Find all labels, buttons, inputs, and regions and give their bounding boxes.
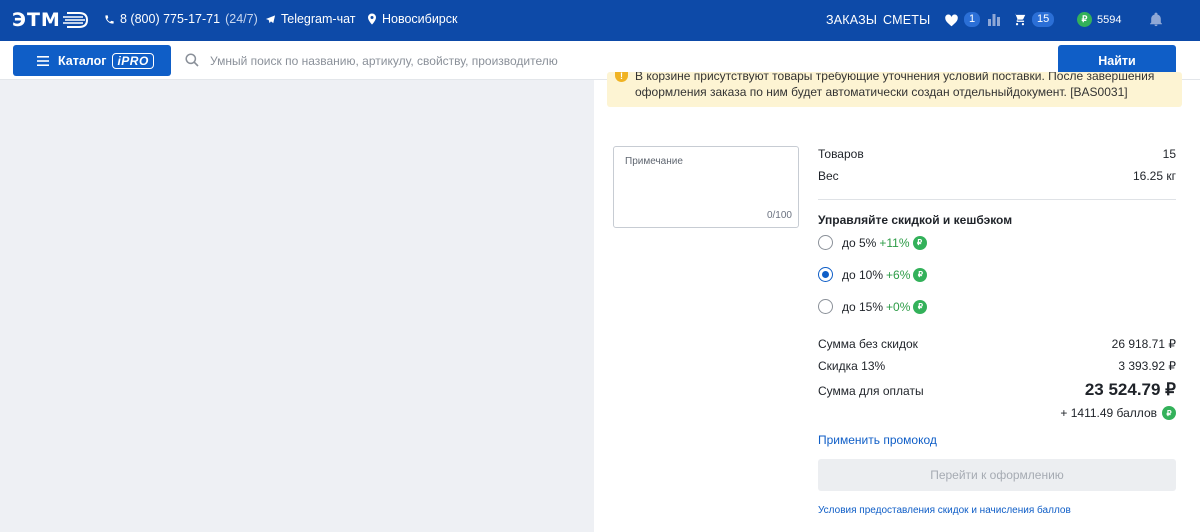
discount-radio[interactable] (818, 299, 833, 314)
warning-text: В корзине присутствуют товары требующие … (635, 72, 1155, 99)
weight-label: Вес (818, 169, 839, 183)
phone-number: 8 (800) 775-17-71 (120, 12, 221, 26)
heart-icon (945, 13, 958, 26)
checkout-button[interactable]: Перейти к оформлению (818, 459, 1176, 491)
bonus-text: + 1411.49 баллов (1060, 406, 1157, 420)
bonus-ruble-icon: ₽ (1077, 12, 1092, 27)
warning-icon: ! (615, 72, 628, 82)
phone-hours: (24/7) (225, 12, 258, 26)
bonus-balance[interactable]: ₽ 5594 (1077, 12, 1121, 27)
logo-text: ЭТМ (12, 9, 61, 31)
search-icon (185, 53, 199, 67)
location-pin-icon (368, 13, 376, 25)
apply-promo-link[interactable]: Применить промокод (818, 433, 937, 447)
total-row: Сумма для оплаты 23 524.79 ₽ (818, 380, 1176, 400)
subtotal-label: Сумма без скидок (818, 337, 918, 351)
ipro-badge: iPRO (112, 52, 154, 69)
items-value: 15 (1162, 147, 1176, 161)
top-bar: ЭТМ 8 (800) 775-17-71 (24/7) Telegram-ча… (0, 0, 1200, 41)
logo-stripes-icon (62, 12, 88, 28)
discount-option-label: до 15% (842, 299, 884, 314)
favorites-count-badge: 1 (964, 12, 981, 27)
subtotal-row: Сумма без скидок 26 918.71 ₽ (818, 337, 1176, 351)
weight-row: Вес 16.25 кг (818, 169, 1176, 183)
subtotal-value: 26 918.71 ₽ (1111, 337, 1176, 351)
discount-option-label: до 10% (842, 267, 884, 282)
cart-button[interactable]: 15 (1013, 12, 1055, 27)
catalog-button[interactable]: Каталог iPRO (13, 45, 171, 76)
discount-section-title: Управляйте скидкой и кешбэком (818, 213, 1013, 227)
telegram-label: Telegram-чат (281, 12, 356, 26)
compare-chart-icon[interactable] (988, 13, 1000, 26)
phone-icon (105, 14, 114, 24)
telegram-icon (265, 14, 276, 23)
summary-divider (818, 199, 1176, 200)
city-selector[interactable]: Новосибирск (367, 12, 457, 26)
search-input[interactable] (210, 48, 1030, 74)
cashback-percent: +11% (879, 235, 910, 250)
items-count-row: Товаров 15 (818, 147, 1176, 161)
etm-logo[interactable]: ЭТМ (12, 8, 89, 32)
discount-radio[interactable] (818, 235, 833, 250)
discount-terms-link[interactable]: Условия предоставления скидок и начислен… (818, 505, 1071, 516)
bonus-icon: ₽ (1162, 406, 1176, 420)
discount-option-10[interactable]: до 10% +6% ₽ (818, 267, 928, 282)
weight-value: 16.25 кг (1133, 169, 1176, 183)
delivery-warning: ! В корзине присутствуют товары требующи… (607, 72, 1182, 107)
cashback-icon: ₽ (913, 299, 928, 314)
bonus-points: 5594 (1097, 13, 1122, 26)
orders-link[interactable]: ЗАКАЗЫ (826, 13, 877, 27)
discount-option-5[interactable]: до 5% +11% ₽ (818, 235, 927, 250)
discount-value: 3 393.92 ₽ (1118, 359, 1176, 373)
discount-radio-selected[interactable] (818, 267, 833, 282)
cashback-percent: +0% (886, 299, 911, 314)
note-label: Примечание (625, 156, 683, 167)
note-char-counter: 0/100 (766, 210, 792, 221)
phone-link[interactable]: 8 (800) 775-17-71 (24/7) (104, 12, 258, 26)
bonus-accrual: + 1411.49 баллов ₽ (1060, 406, 1176, 420)
discount-row: Скидка 13% 3 393.92 ₽ (818, 359, 1176, 373)
menu-hamburger-icon (37, 55, 49, 66)
discount-option-15[interactable]: до 15% +0% ₽ (818, 299, 928, 314)
favorites-button[interactable]: 1 (944, 12, 981, 27)
cashback-percent: +6% (886, 267, 911, 282)
catalog-label: Каталог (58, 53, 107, 68)
note-field[interactable]: Примечание 0/100 (613, 146, 799, 228)
cashback-icon: ₽ (912, 235, 927, 250)
telegram-link[interactable]: Telegram-чат (265, 12, 356, 26)
total-label: Сумма для оплаты (818, 384, 924, 398)
city-label: Новосибирск (382, 12, 458, 26)
discount-option-label: до 5% (842, 235, 877, 250)
cashback-icon: ₽ (913, 267, 928, 282)
cart-count-badge: 15 (1032, 12, 1055, 27)
cart-icon (1013, 13, 1026, 26)
discount-label: Скидка 13% (818, 359, 886, 373)
notification-bell-icon[interactable] (1150, 12, 1162, 27)
items-label: Товаров (818, 147, 864, 161)
estimates-link[interactable]: СМЕТЫ (883, 13, 930, 27)
total-value: 23 524.79 ₽ (1084, 380, 1176, 399)
